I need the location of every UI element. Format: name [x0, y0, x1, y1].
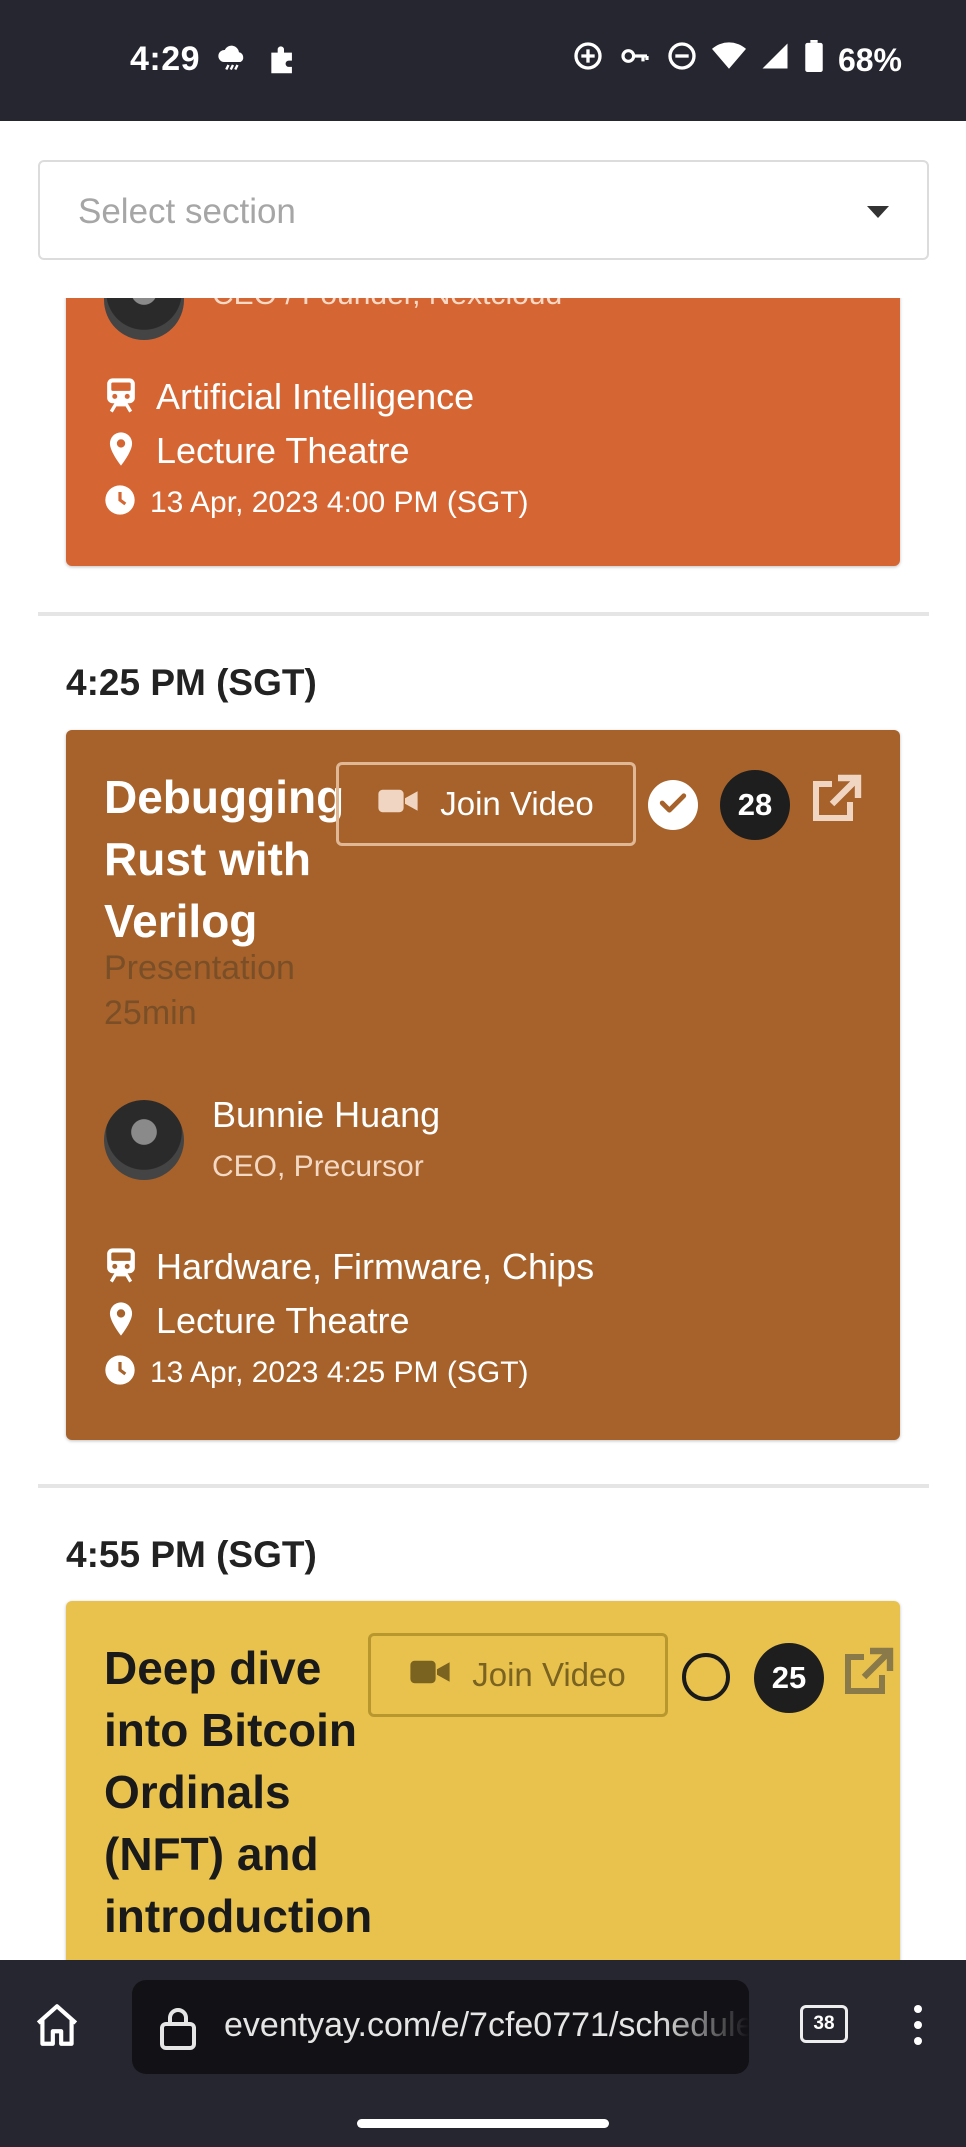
speaker-name[interactable]: Bunnie Huang [212, 1094, 440, 1136]
section-select-placeholder: Select section [78, 192, 296, 231]
external-link-icon[interactable] [840, 1647, 896, 1704]
speaker-role: CEO / Founder, Nextcloud [212, 298, 562, 312]
train-icon [104, 377, 138, 418]
session-title-line: Deep dive [104, 1642, 322, 1694]
url-bar[interactable]: eventyay.com/e/7cfe0771/schedule [132, 1980, 749, 2074]
do-not-disturb-icon [666, 40, 698, 80]
session-duration: 25min [104, 994, 197, 1032]
session-datetime-label: 13 Apr, 2023 4:00 PM (SGT) [150, 485, 529, 519]
session-room: Lecture Theatre [104, 1300, 410, 1342]
speaker-avatar [104, 298, 184, 340]
chevron-down-icon [867, 206, 889, 218]
status-bar: 4:29 68% [0, 0, 966, 121]
location-pin-icon [104, 1301, 138, 1342]
video-camera-icon [410, 1656, 450, 1694]
train-icon [104, 1247, 138, 1288]
external-link-icon[interactable] [808, 774, 864, 831]
favorite-toggle[interactable] [682, 1653, 730, 1701]
url-fade [659, 1980, 749, 2074]
join-video-label: Join Video [440, 785, 594, 822]
slot-time: 4:25 PM (SGT) [66, 662, 317, 703]
session-track: Hardware, Firmware, Chips [104, 1246, 594, 1288]
session-title-line: Verilog [104, 895, 258, 947]
home-icon[interactable] [32, 2000, 82, 2055]
session-room-label: Lecture Theatre [156, 1300, 410, 1341]
battery-percent: 68% [837, 41, 902, 78]
session-card[interactable]: Debugging Rust with Verilog Presentation… [66, 730, 900, 1440]
speaker-role: CEO, Precursor [212, 1150, 424, 1183]
divider [38, 1484, 929, 1488]
session-card[interactable]: Deep dive into Bitcoin Ordinals (NFT) an… [66, 1601, 900, 1960]
gesture-handle[interactable] [357, 2119, 609, 2128]
session-title-line: introduction [104, 1890, 373, 1942]
slot-time: 4:55 PM (SGT) [66, 1534, 317, 1575]
session-type: Presentation [104, 949, 295, 987]
session-card[interactable]: CEO / Founder, Nextcloud Artificial Inte… [66, 298, 900, 566]
session-datetime: 13 Apr, 2023 4:00 PM (SGT) [104, 484, 529, 521]
divider [38, 612, 929, 616]
session-room-label: Lecture Theatre [156, 430, 410, 471]
favorite-count: 25 [754, 1643, 824, 1713]
favorite-count: 28 [720, 770, 790, 840]
session-title-line: Rust with [104, 833, 311, 885]
session-room: Lecture Theatre [104, 430, 410, 472]
join-video-button[interactable]: Join Video [336, 762, 636, 846]
favorite-toggle[interactable] [648, 780, 698, 830]
section-select[interactable]: Select section [38, 160, 929, 260]
join-video-button[interactable]: Join Video [368, 1633, 668, 1717]
wifi-icon [711, 41, 746, 79]
session-title-line: Ordinals [104, 1766, 291, 1818]
session-title-line: (NFT) and [104, 1828, 319, 1880]
session-title[interactable]: Deep dive into Bitcoin Ordinals (NFT) an… [104, 1637, 372, 1947]
video-camera-icon [378, 785, 418, 823]
puzzle-icon [265, 40, 303, 83]
clock-icon [104, 1354, 136, 1391]
session-track-label: Hardware, Firmware, Chips [156, 1246, 595, 1287]
session-datetime: 13 Apr, 2023 4:25 PM (SGT) [104, 1354, 529, 1391]
lock-icon[interactable] [158, 2006, 198, 2055]
session-datetime-label: 13 Apr, 2023 4:25 PM (SGT) [150, 1355, 529, 1389]
speaker-avatar [104, 1100, 184, 1180]
more-menu-icon[interactable] [914, 2005, 922, 2045]
location-pin-icon [104, 431, 138, 472]
schedule-list[interactable]: CEO / Founder, Nextcloud Artificial Inte… [0, 298, 966, 1960]
cell-signal-icon [760, 41, 790, 79]
weather-storm-icon [215, 41, 251, 82]
status-time: 4:29 [130, 40, 201, 78]
session-title[interactable]: Debugging Rust with Verilog [104, 766, 344, 952]
add-circle-icon [572, 40, 604, 80]
check-icon [658, 791, 688, 820]
session-track-label: Artificial Intelligence [156, 376, 475, 417]
battery-icon [804, 40, 824, 80]
tab-switcher-button[interactable]: 38 [800, 2005, 848, 2043]
session-track: Artificial Intelligence [104, 376, 474, 418]
session-title-line: into Bitcoin [104, 1704, 357, 1756]
vpn-key-icon [618, 40, 652, 80]
session-title-line: Debugging [104, 771, 345, 823]
clock-icon [104, 484, 136, 521]
join-video-label: Join Video [472, 1656, 626, 1693]
